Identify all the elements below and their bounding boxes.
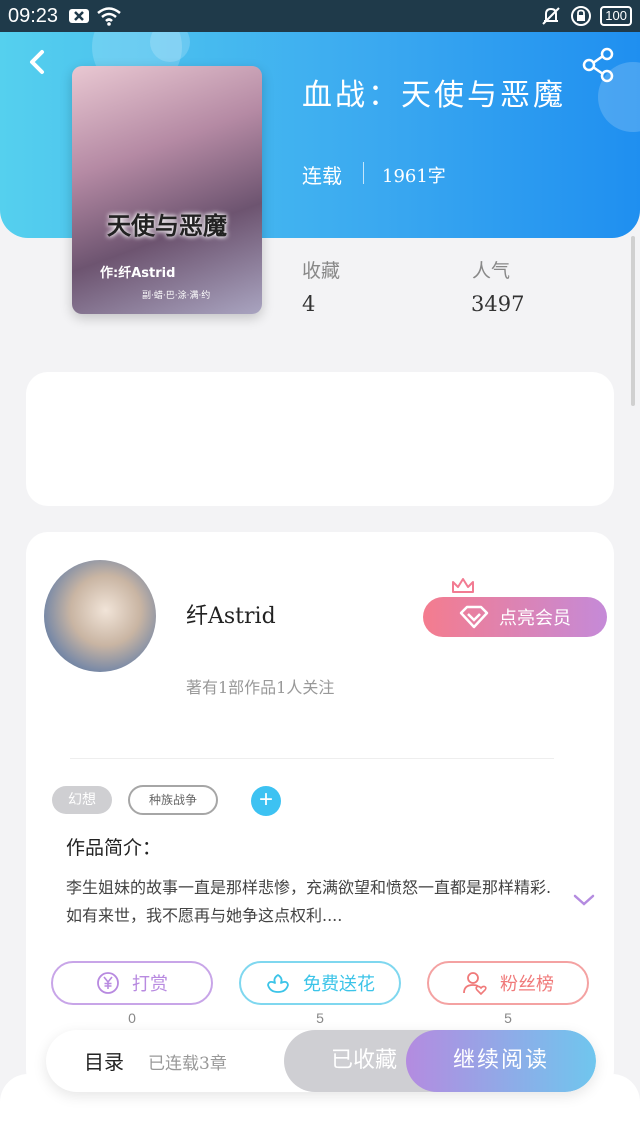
favorites-value: 4 bbox=[302, 292, 316, 316]
reward-label: 打赏 bbox=[132, 974, 168, 994]
chevron-down-icon[interactable] bbox=[572, 892, 596, 908]
toc-button[interactable]: 目录 bbox=[84, 1046, 124, 1075]
fan-user-icon bbox=[463, 972, 487, 996]
scrollbar[interactable] bbox=[631, 236, 635, 406]
share-icon bbox=[582, 47, 614, 83]
reward-button[interactable]: 打赏 bbox=[51, 961, 213, 1005]
close-box-icon bbox=[69, 9, 90, 23]
vip-label: 点亮会员 bbox=[499, 608, 571, 628]
cover-subtitle: 副·蜡·巴·涂·满·约 bbox=[142, 291, 211, 301]
intro-text: 李生姐妹的故事一直是那样悲惨，充满欲望和愤怒一直都是那样精彩.如有来世，我不愿再… bbox=[66, 878, 552, 925]
empty-card bbox=[26, 372, 614, 506]
cover-title: 天使与恶魔 bbox=[107, 211, 227, 240]
status-time: 09:23 bbox=[8, 4, 59, 27]
avatar[interactable] bbox=[44, 560, 156, 672]
reward-count: 0 bbox=[128, 1010, 136, 1026]
popularity-value: 3497 bbox=[471, 292, 525, 316]
author-info: 著有1部作品1人关注 bbox=[186, 678, 335, 697]
word-count: 1961字 bbox=[382, 166, 446, 187]
yen-coin-icon bbox=[97, 972, 119, 994]
share-button[interactable] bbox=[580, 46, 618, 84]
favorites-label: 收藏 bbox=[302, 260, 341, 282]
status-divider bbox=[363, 162, 364, 184]
book-status: 连载 bbox=[302, 164, 342, 188]
tag-fantasy[interactable]: 幻想 bbox=[52, 786, 112, 814]
battery-indicator: 100 bbox=[600, 6, 632, 26]
intro-label: 作品简介： bbox=[66, 837, 162, 859]
fan-ranking-button[interactable]: 粉丝榜 bbox=[427, 961, 589, 1005]
wifi-icon bbox=[97, 7, 121, 26]
chapter-count: 已连载3章 bbox=[148, 1054, 227, 1074]
continue-reading-button[interactable]: 继续阅读 bbox=[406, 1030, 596, 1092]
status-bar: 09:23 100 bbox=[0, 0, 640, 32]
crown-icon bbox=[452, 578, 474, 593]
tag-race-war[interactable]: 种族战争 bbox=[128, 785, 218, 815]
book-title: 血战：天使与恶魔 bbox=[302, 78, 566, 113]
fan-ranking-label: 粉丝榜 bbox=[500, 974, 554, 994]
back-button[interactable] bbox=[20, 44, 56, 80]
book-cover[interactable]: 天使与恶魔 作:纤Astrid 副·蜡·巴·涂·满·约 bbox=[72, 66, 262, 314]
send-flower-label: 免费送花 bbox=[303, 974, 375, 994]
chevron-left-icon bbox=[30, 50, 44, 74]
lock-rotation-icon bbox=[571, 6, 592, 26]
divider bbox=[70, 758, 554, 759]
author-name[interactable]: 纤Astrid bbox=[186, 598, 276, 630]
flower-icon bbox=[267, 974, 289, 993]
diamond-icon bbox=[459, 605, 489, 629]
bottom-action-bar: 目录 已连载3章 已收藏 继续阅读 bbox=[46, 1030, 596, 1092]
add-tag-button[interactable]: + bbox=[251, 786, 281, 816]
plus-icon: + bbox=[258, 786, 273, 813]
flower-count: 5 bbox=[316, 1010, 324, 1026]
popularity-label: 人气 bbox=[472, 260, 511, 282]
vip-button[interactable]: 点亮会员 bbox=[423, 597, 607, 637]
cover-author: 作:纤Astrid bbox=[100, 266, 176, 281]
bell-off-icon bbox=[542, 7, 561, 25]
send-flower-button[interactable]: 免费送花 bbox=[239, 961, 401, 1005]
fan-count: 5 bbox=[504, 1010, 512, 1026]
